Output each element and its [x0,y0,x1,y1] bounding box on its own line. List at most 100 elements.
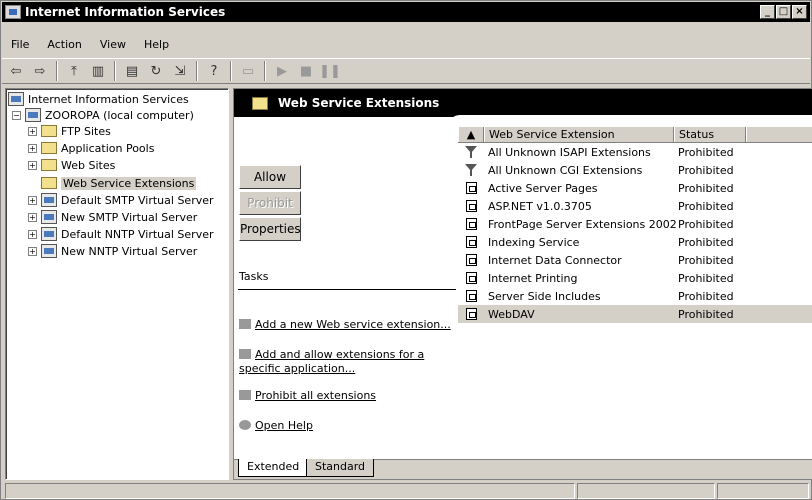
export-icon[interactable]: ⇲ [170,61,190,81]
task-icon [239,349,251,359]
tree-root[interactable]: Internet Information Services [8,91,189,107]
title-bar[interactable]: Internet Information Services _ □ × [2,2,810,22]
tab-standard[interactable]: Standard [306,459,375,477]
forward-icon[interactable]: ⇨ [30,61,50,81]
task-icon [239,390,251,400]
extensions-list[interactable]: ▲ Web Service Extension Status All Unkno… [458,127,812,323]
expand-icon[interactable]: + [28,212,37,222]
list-item[interactable]: Server Side Includes Prohibited [458,287,812,305]
list-item[interactable]: All Unknown ISAPI Extensions Prohibited [458,143,812,161]
task-icon [239,319,251,329]
console-tree[interactable]: Internet Information Services − ZOOROPA … [5,88,229,480]
expand-icon[interactable]: + [28,126,37,136]
toolbar: ⇦ ⇨ ⤒ ▥ ▤ ↻ ⇲ ? ▭ ▶ ■ ❚❚ [2,58,810,84]
collapse-icon[interactable]: − [12,110,21,120]
list-item[interactable]: ASP.NET v1.0.3705 Prohibited [458,197,812,215]
list-item[interactable]: Active Server Pages Prohibited [458,179,812,197]
menu-bar: File Action View Help [2,34,178,54]
list-header: ▲ Web Service Extension Status [458,127,812,143]
maximize-button[interactable]: □ [776,5,791,19]
menu-action[interactable]: Action [38,38,90,51]
filter-icon [465,164,477,176]
list-item[interactable]: All Unknown CGI Extensions Prohibited [458,161,812,179]
tree-item-application-pools[interactable]: + Application Pools [28,140,154,156]
menu-help[interactable]: Help [135,38,178,51]
status-panel [5,483,575,499]
tasks-heading: Tasks [239,270,269,283]
tab-extended[interactable]: Extended [238,459,309,477]
computer-icon[interactable]: ▭ [238,61,258,81]
tree-item-default-nntp[interactable]: + Default NNTP Virtual Server [28,226,214,242]
expand-icon[interactable]: + [28,143,37,153]
extension-icon [465,308,477,320]
tree-item-web-sites[interactable]: + Web Sites [28,157,115,173]
task-pane: Allow Prohibit Properties Tasks Add a ne… [234,129,456,454]
smtp-server-icon [41,193,57,207]
list-item[interactable]: Internet Printing Prohibited [458,269,812,287]
tree-item-ftp-sites[interactable]: + FTP Sites [28,123,111,139]
computer-node-icon [25,108,41,122]
properties-icon[interactable]: ▤ [122,61,142,81]
col-header-extension[interactable]: Web Service Extension [484,127,674,142]
smtp-server-icon [41,210,57,224]
minimize-button[interactable]: _ [760,5,775,19]
tree-item-new-smtp[interactable]: + New SMTP Virtual Server [28,209,197,225]
menu-view[interactable]: View [91,38,135,51]
up-icon[interactable]: ⤒ [64,61,84,81]
prohibit-button[interactable]: Prohibit [239,191,301,215]
status-panel [577,483,715,499]
status-bar [5,483,811,499]
details-pane: Web Service Extensions Allow Prohibit Pr… [233,88,812,480]
folder-icon [41,142,57,154]
list-item-selected[interactable]: WebDAV Prohibited [458,305,812,323]
pane-header: Web Service Extensions [234,89,812,117]
allow-button[interactable]: Allow [239,165,301,189]
folder-icon [41,177,57,189]
back-icon[interactable]: ⇦ [6,61,26,81]
expand-icon[interactable]: + [28,229,37,239]
task-add-extension[interactable]: Add a new Web service extension... [239,318,453,332]
extension-icon [465,236,477,248]
filter-icon [465,146,477,158]
list-item[interactable]: Internet Data Connector Prohibited [458,251,812,269]
status-panel [717,483,809,499]
nntp-server-icon [41,244,57,258]
pause-icon[interactable]: ❚❚ [319,61,341,81]
extension-icon [465,218,477,230]
tree-item-default-smtp[interactable]: + Default SMTP Virtual Server [28,192,214,208]
help-icon [239,420,251,430]
expand-icon[interactable]: + [28,246,37,256]
expand-icon[interactable]: + [28,195,37,205]
task-add-allow-extensions[interactable]: Add and allow extensions for a specific … [239,348,453,376]
tree-item-new-nntp[interactable]: + New NNTP Virtual Server [28,243,197,259]
folder-icon [41,125,57,137]
task-open-help[interactable]: Open Help [239,419,453,433]
list-item[interactable]: FrontPage Server Extensions 2002 Prohibi… [458,215,812,233]
close-button[interactable]: × [792,5,807,19]
refresh-icon[interactable]: ↻ [146,61,166,81]
view-tabs: Extended Standard [234,459,812,479]
extension-icon [465,290,477,302]
folder-icon [252,96,268,110]
list-item[interactable]: Indexing Service Prohibited [458,233,812,251]
extension-icon [465,182,477,194]
tree-computer[interactable]: − ZOOROPA (local computer) [12,107,194,123]
window-title: Internet Information Services [25,5,226,19]
show-hide-tree-icon[interactable]: ▥ [88,61,108,81]
extension-icon [465,200,477,212]
play-icon[interactable]: ▶ [272,61,292,81]
stop-icon[interactable]: ■ [296,61,316,81]
properties-button[interactable]: Properties [239,217,301,241]
tree-item-web-service-extensions[interactable]: Web Service Extensions [41,175,197,191]
menu-file[interactable]: File [2,38,38,51]
folder-icon [41,159,57,171]
sort-icon[interactable]: ▲ [458,127,484,142]
expand-icon[interactable]: + [28,160,37,170]
help-icon[interactable]: ? [204,61,224,81]
nntp-server-icon [41,227,57,241]
task-prohibit-all[interactable]: Prohibit all extensions [239,389,453,403]
iis-window: Internet Information Services _ □ × File… [0,0,812,500]
pane-title: Web Service Extensions [278,96,440,110]
iis-root-icon [8,92,24,106]
col-header-status[interactable]: Status [674,127,746,142]
